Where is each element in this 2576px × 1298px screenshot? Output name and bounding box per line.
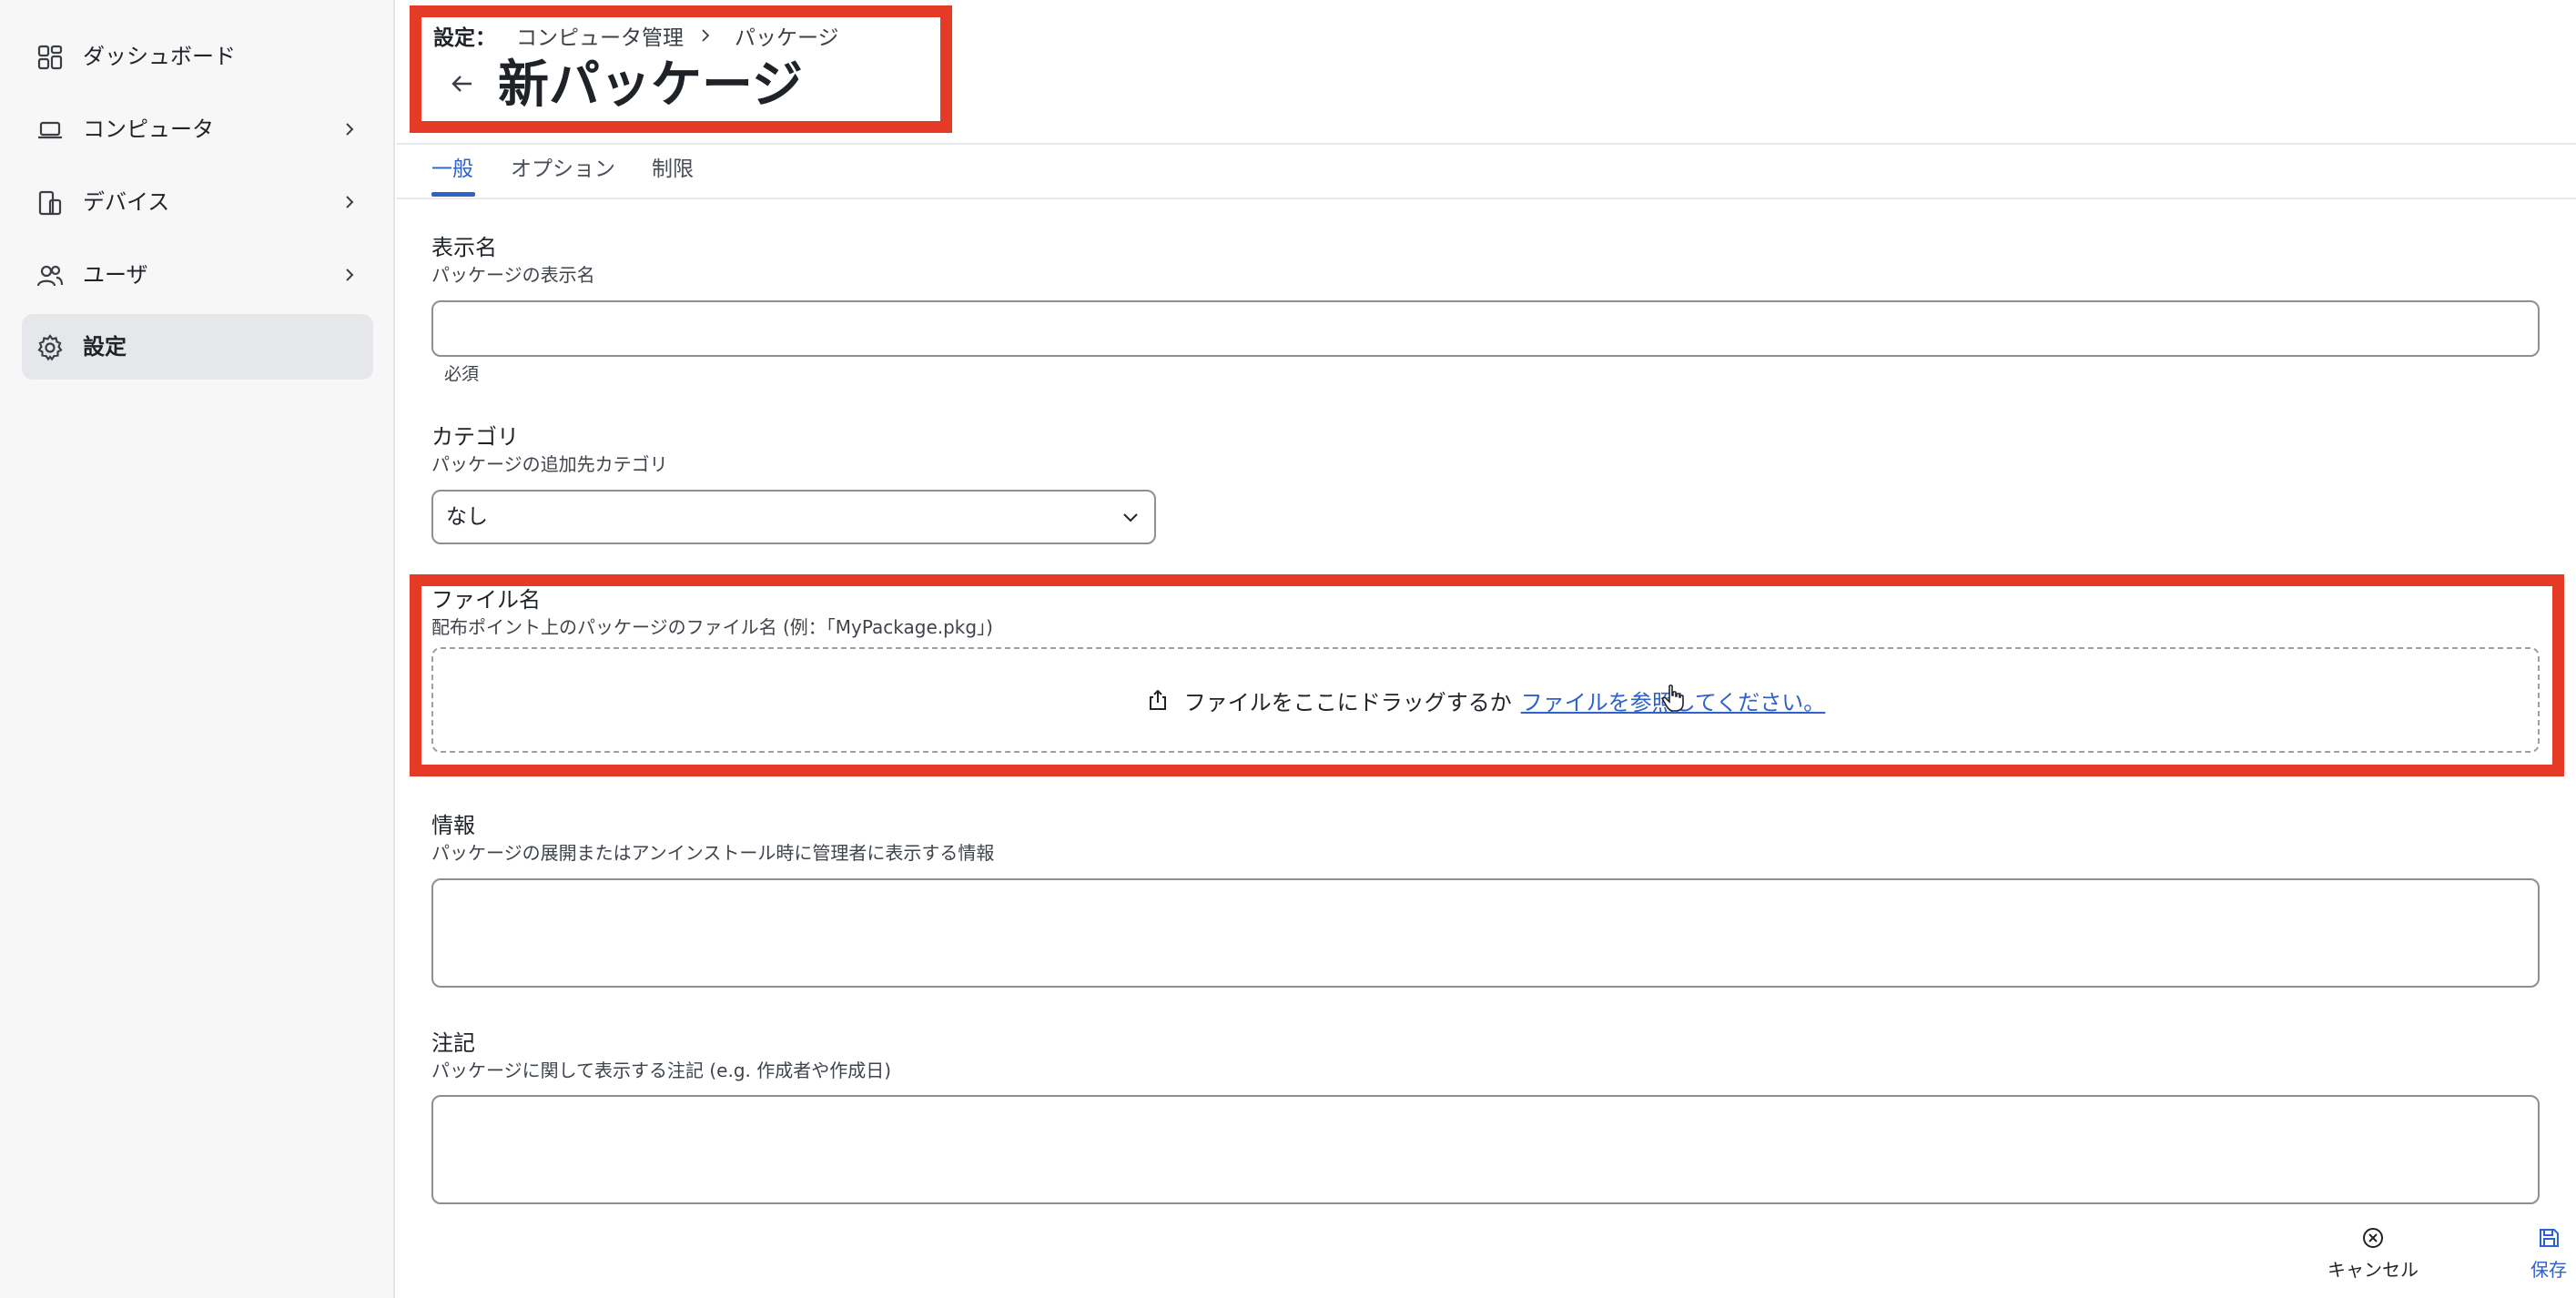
dashboard-icon — [36, 44, 64, 71]
breadcrumb-item-packages[interactable]: パッケージ — [735, 20, 839, 51]
active-tab-indicator — [431, 192, 475, 197]
gear-icon — [36, 334, 64, 361]
tab-options[interactable]: オプション — [511, 153, 615, 186]
users-icon — [36, 262, 64, 289]
sidebar-item-label: コンピュータ — [83, 117, 214, 142]
filename-help: 配布ポイント上のパッケージのファイル名 (例：「MyPackage.pkg」) — [431, 616, 993, 638]
sidebar-item-users[interactable]: ユーザ — [22, 242, 373, 308]
cancel-button[interactable]: キャンセル — [2318, 1209, 2428, 1298]
breadcrumb-root[interactable]: 設定： — [433, 20, 496, 51]
divider — [397, 143, 2576, 145]
sidebar-item-dashboard[interactable]: ダッシュボード — [22, 24, 373, 89]
chevron-right-icon — [339, 118, 360, 140]
category-help: パッケージの追加先カテゴリ — [431, 453, 668, 475]
sidebar-item-label: ダッシュボード — [83, 44, 236, 69]
tab-general[interactable]: 一般 — [431, 153, 473, 186]
hand-cursor-icon — [1662, 684, 1684, 712]
sidebar-item-computers[interactable]: コンピュータ — [22, 96, 373, 162]
notes-label: 注記 — [431, 1030, 475, 1056]
sidebar: ダッシュボード コンピュータ デバイス ユーザ 設定 — [0, 0, 395, 1298]
page-title: 新パッケージ — [498, 56, 803, 115]
info-help: パッケージの展開またはアンインストール時に管理者に表示する情報 — [431, 842, 995, 864]
laptop-icon — [36, 117, 64, 144]
notes-textarea[interactable] — [431, 1095, 2540, 1204]
tab-limitations[interactable]: 制限 — [652, 153, 694, 186]
upload-icon — [1146, 688, 1170, 712]
chevron-right-icon — [696, 26, 715, 45]
cancel-circle-icon — [2363, 1228, 2383, 1248]
divider — [397, 198, 2576, 199]
notes-help: パッケージに関して表示する注記 (e.g. 作成者や作成日) — [431, 1060, 892, 1081]
chevron-right-icon — [339, 264, 360, 286]
sidebar-item-label: デバイス — [83, 189, 170, 215]
display-name-label: 表示名 — [431, 235, 497, 260]
cancel-button-label: キャンセル — [2328, 1259, 2419, 1281]
info-textarea[interactable] — [431, 878, 2540, 988]
file-dropzone[interactable]: ファイルをここにドラッグするか ファイルを参照してください。 — [431, 647, 2540, 753]
required-note: 必須 — [444, 364, 480, 384]
filename-label: ファイル名 — [431, 587, 541, 613]
devices-icon — [36, 189, 64, 217]
save-button-label: 保存 — [2530, 1259, 2567, 1281]
sidebar-item-label: 設定 — [83, 334, 127, 360]
category-select[interactable]: なし — [431, 490, 1156, 544]
footer-actions: キャンセル 保存 — [397, 1209, 2576, 1298]
back-arrow-icon[interactable] — [446, 67, 479, 100]
info-label: 情報 — [431, 813, 475, 838]
sidebar-item-settings[interactable]: 設定 — [22, 314, 373, 380]
breadcrumb: 設定： コンピュータ管理 パッケージ — [433, 20, 839, 51]
save-disk-icon — [2540, 1229, 2559, 1247]
category-select-value: なし — [446, 505, 488, 529]
chevron-down-icon — [1120, 506, 1141, 528]
dropzone-text: ファイルをここにドラッグするか — [1183, 689, 1512, 715]
chevron-right-icon — [339, 191, 360, 213]
breadcrumb-item-computer-management[interactable]: コンピュータ管理 — [516, 20, 684, 51]
save-button[interactable]: 保存 — [2494, 1209, 2576, 1298]
sidebar-item-devices[interactable]: デバイス — [22, 169, 373, 235]
category-label: カテゴリ — [431, 424, 519, 450]
display-name-help: パッケージの表示名 — [431, 264, 595, 286]
sidebar-item-label: ユーザ — [83, 262, 148, 288]
display-name-input[interactable] — [431, 300, 2540, 357]
